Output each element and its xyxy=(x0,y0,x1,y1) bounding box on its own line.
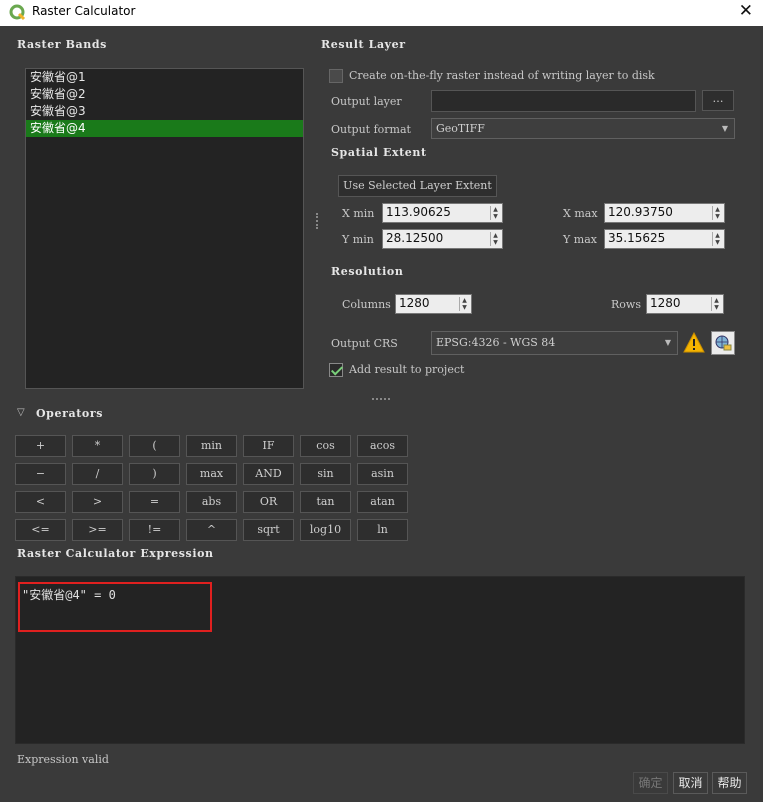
splitter-handle[interactable] xyxy=(316,213,319,229)
operator-button[interactable]: cos xyxy=(300,435,351,457)
spin-arrows-icon[interactable]: ▲ ▼ xyxy=(490,206,500,220)
splitter-handle-horizontal[interactable] xyxy=(372,398,390,400)
operator-button[interactable]: != xyxy=(129,519,180,541)
operator-button[interactable]: sqrt xyxy=(243,519,294,541)
globe-icon xyxy=(715,335,732,351)
band-item[interactable]: 安徽省@1 xyxy=(26,69,303,86)
operator-button[interactable]: <= xyxy=(15,519,66,541)
raster-bands-header: Raster Bands xyxy=(17,38,107,51)
operator-button[interactable]: * xyxy=(72,435,123,457)
collapse-triangle-icon[interactable]: ▽ xyxy=(17,407,25,418)
operator-button[interactable]: max xyxy=(186,463,237,485)
add-to-project-label: Add result to project xyxy=(349,363,465,376)
xmin-value: 113.90625 xyxy=(386,205,451,219)
output-layer-label: Output layer xyxy=(331,95,402,108)
xmax-label: X max xyxy=(563,207,598,220)
output-format-select[interactable]: GeoTIFF ▼ xyxy=(431,118,735,139)
ymax-input[interactable]: 35.15625 ▲ ▼ xyxy=(604,229,725,249)
columns-value: 1280 xyxy=(399,296,430,310)
operator-button[interactable]: OR xyxy=(243,491,294,513)
operator-button[interactable]: > xyxy=(72,491,123,513)
operator-button[interactable]: ln xyxy=(357,519,408,541)
band-item[interactable]: 安徽省@2 xyxy=(26,86,303,103)
on-the-fly-label: Create on-the-fly raster instead of writ… xyxy=(349,69,655,82)
columns-label: Columns xyxy=(342,298,391,311)
ok-button[interactable]: 确定 xyxy=(633,772,668,794)
operator-button[interactable]: tan xyxy=(300,491,351,513)
output-crs-value: EPSG:4326 - WGS 84 xyxy=(436,336,556,349)
operator-button[interactable]: < xyxy=(15,491,66,513)
spin-arrows-icon[interactable]: ▲ ▼ xyxy=(490,232,500,246)
operator-button[interactable]: min xyxy=(186,435,237,457)
browse-button[interactable]: … xyxy=(702,90,734,111)
output-crs-label: Output CRS xyxy=(331,337,398,350)
close-icon[interactable]: ✕ xyxy=(739,1,753,21)
operator-button[interactable]: >= xyxy=(72,519,123,541)
operator-button[interactable]: abs xyxy=(186,491,237,513)
operator-button[interactable]: / xyxy=(72,463,123,485)
window-title: Raster Calculator xyxy=(32,4,136,18)
spatial-extent-header: Spatial Extent xyxy=(331,146,427,159)
ymax-value: 35.15625 xyxy=(608,231,666,245)
operator-button[interactable]: ) xyxy=(129,463,180,485)
output-format-value: GeoTIFF xyxy=(436,122,485,135)
columns-input[interactable]: 1280 ▲ ▼ xyxy=(395,294,472,314)
rows-label: Rows xyxy=(611,298,641,311)
add-to-project-checkbox[interactable] xyxy=(329,363,343,377)
chevron-down-icon: ▼ xyxy=(664,338,671,347)
xmin-label: X min xyxy=(342,207,375,220)
xmin-input[interactable]: 113.90625 ▲ ▼ xyxy=(382,203,503,223)
qgis-logo-icon xyxy=(9,4,26,21)
rows-value: 1280 xyxy=(650,296,681,310)
resolution-header: Resolution xyxy=(331,265,404,278)
xmax-value: 120.93750 xyxy=(608,205,673,219)
highlight-box xyxy=(18,582,212,632)
spin-arrows-icon[interactable]: ▲ ▼ xyxy=(711,297,721,311)
rows-input[interactable]: 1280 ▲ ▼ xyxy=(646,294,724,314)
spin-arrows-icon[interactable]: ▲ ▼ xyxy=(459,297,469,311)
operator-button[interactable]: ^ xyxy=(186,519,237,541)
title-bar: Raster Calculator ✕ xyxy=(0,0,763,26)
help-button[interactable]: 帮助 xyxy=(712,772,747,794)
crs-selector-button[interactable] xyxy=(711,331,735,355)
operator-button[interactable]: = xyxy=(129,491,180,513)
xmax-input[interactable]: 120.93750 ▲ ▼ xyxy=(604,203,725,223)
ymin-value: 28.12500 xyxy=(386,231,444,245)
ymin-input[interactable]: 28.12500 ▲ ▼ xyxy=(382,229,503,249)
operators-header: Operators xyxy=(36,407,104,420)
operator-button[interactable]: log10 xyxy=(300,519,351,541)
operator-button[interactable]: + xyxy=(15,435,66,457)
on-the-fly-checkbox[interactable] xyxy=(329,69,343,83)
operator-button[interactable]: sin xyxy=(300,463,351,485)
band-item[interactable]: 安徽省@3 xyxy=(26,103,303,120)
expression-status: Expression valid xyxy=(17,753,109,766)
raster-bands-list[interactable]: 安徽省@1 安徽省@2 安徽省@3 安徽省@4 xyxy=(25,68,304,389)
ymax-label: Y max xyxy=(563,233,597,246)
operator-button[interactable]: acos xyxy=(357,435,408,457)
warning-icon xyxy=(683,332,705,353)
use-selected-extent-button[interactable]: Use Selected Layer Extent xyxy=(338,175,497,197)
operator-button[interactable]: ( xyxy=(129,435,180,457)
operator-button[interactable]: atan xyxy=(357,491,408,513)
spin-arrows-icon[interactable]: ▲ ▼ xyxy=(712,232,722,246)
result-layer-header: Result Layer xyxy=(321,38,406,51)
spin-arrows-icon[interactable]: ▲ ▼ xyxy=(712,206,722,220)
operator-button[interactable]: IF xyxy=(243,435,294,457)
operator-button[interactable]: asin xyxy=(357,463,408,485)
band-item-selected[interactable]: 安徽省@4 xyxy=(26,120,303,137)
output-layer-input[interactable] xyxy=(431,90,696,112)
output-format-label: Output format xyxy=(331,123,411,136)
operator-button[interactable]: AND xyxy=(243,463,294,485)
chevron-down-icon: ▼ xyxy=(721,124,728,133)
expression-header: Raster Calculator Expression xyxy=(17,547,214,560)
operator-button[interactable]: − xyxy=(15,463,66,485)
ymin-label: Y min xyxy=(342,233,374,246)
output-crs-select[interactable]: EPSG:4326 - WGS 84 ▼ xyxy=(431,331,678,355)
cancel-button[interactable]: 取消 xyxy=(673,772,708,794)
